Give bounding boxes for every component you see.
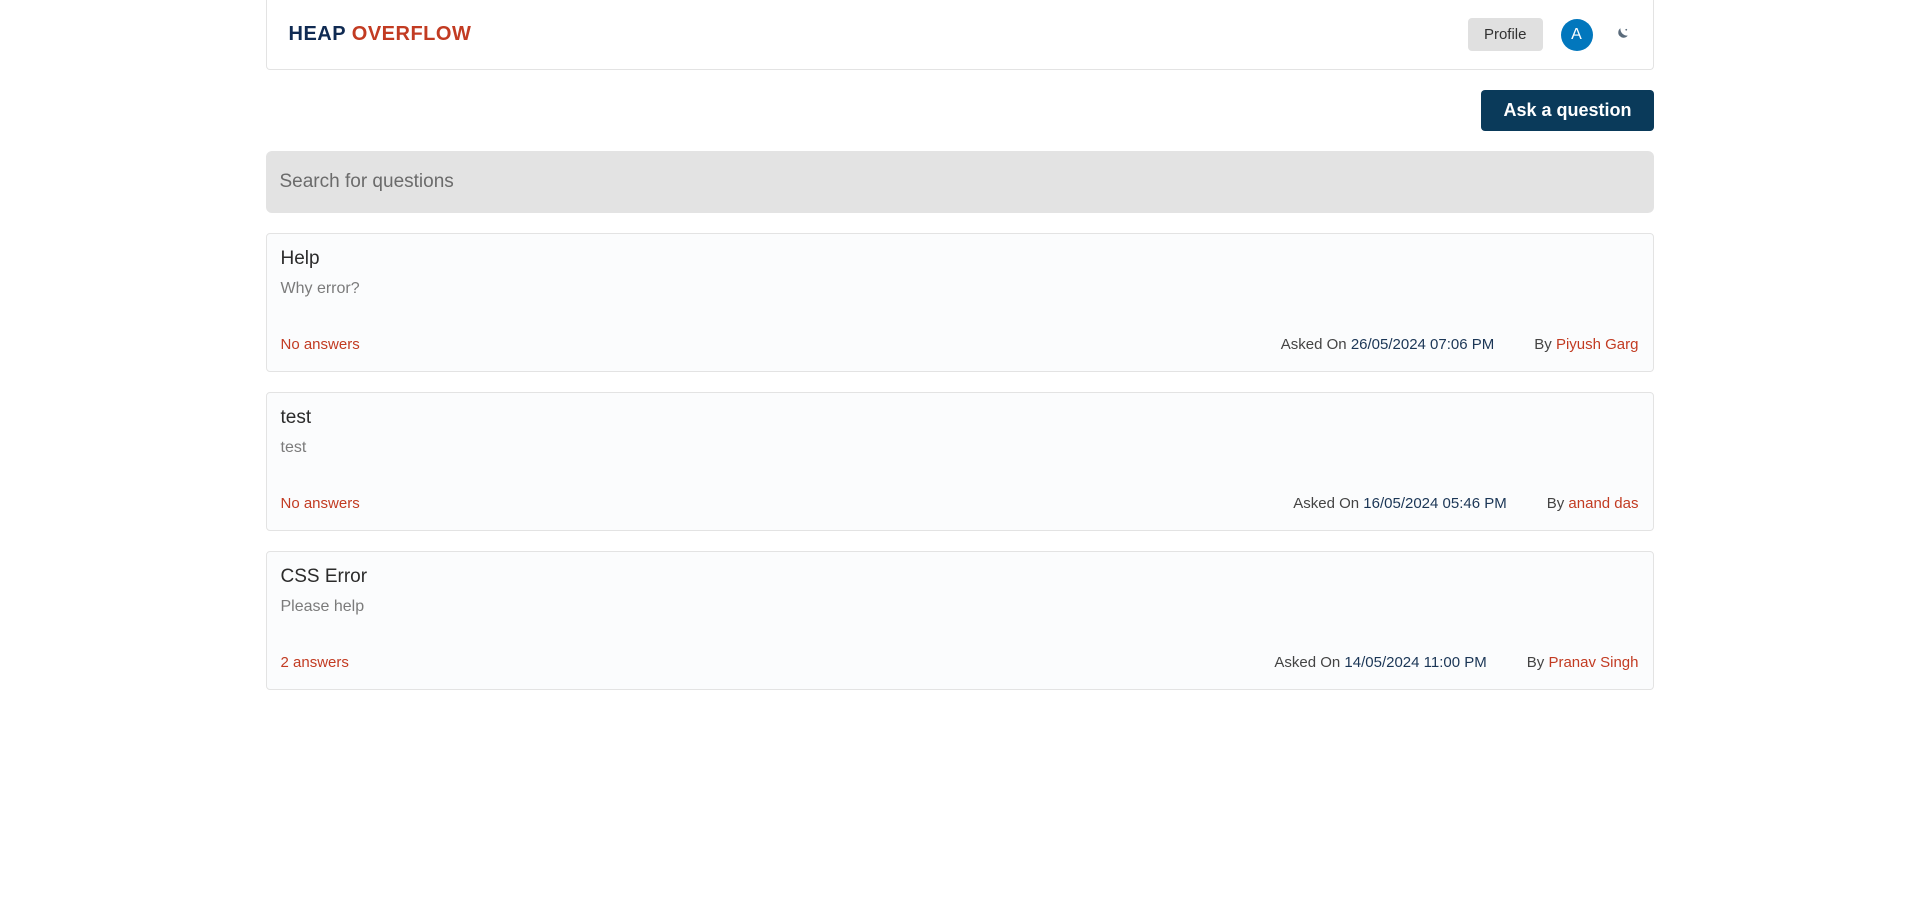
by-label: By xyxy=(1547,495,1565,512)
asked-on-label: Asked On xyxy=(1281,336,1347,353)
profile-button[interactable]: Profile xyxy=(1468,18,1543,51)
asked-on-date: 26/05/2024 07:06 PM xyxy=(1351,336,1494,353)
question-footer: No answers Asked On 16/05/2024 05:46 PM By… xyxy=(281,495,1639,512)
answers-count: 2 answers xyxy=(281,654,349,671)
user-avatar[interactable]: A xyxy=(1561,19,1593,51)
theme-toggle-button[interactable] xyxy=(1611,25,1631,45)
question-meta: Asked On 14/05/2024 11:00 PM By Pranav Si… xyxy=(1274,654,1638,671)
asked-on: Asked On 26/05/2024 07:06 PM xyxy=(1281,336,1495,353)
asked-on-label: Asked On xyxy=(1274,654,1340,671)
answers-count: No answers xyxy=(281,495,360,512)
author-name[interactable]: Piyush Garg xyxy=(1556,336,1639,353)
question-title: test xyxy=(281,407,1639,429)
avatar-initial: A xyxy=(1571,26,1582,44)
author: By anand das xyxy=(1547,495,1639,512)
logo-heap: HEAP xyxy=(289,23,346,45)
moon-icon xyxy=(1612,26,1630,44)
asked-on-date: 16/05/2024 05:46 PM xyxy=(1363,495,1506,512)
question-meta: Asked On 16/05/2024 05:46 PM By anand das xyxy=(1293,495,1638,512)
question-body: Why error? xyxy=(281,280,1639,298)
question-card[interactable]: test test No answers Asked On 16/05/2024 05… xyxy=(266,392,1654,531)
logo-overflow: OVERFLOW xyxy=(352,23,472,45)
author-name[interactable]: Pranav Singh xyxy=(1548,654,1638,671)
question-title: CSS Error xyxy=(281,566,1639,588)
question-body: Please help xyxy=(281,598,1639,616)
author: By Pranav Singh xyxy=(1527,654,1639,671)
question-footer: 2 answers Asked On 14/05/2024 11:00 PM By … xyxy=(281,654,1639,671)
question-footer: No answers Asked On 26/05/2024 07:06 PM By… xyxy=(281,336,1639,353)
question-meta: Asked On 26/05/2024 07:06 PM By Piyush Ga… xyxy=(1281,336,1639,353)
search-input[interactable] xyxy=(266,151,1654,213)
ask-question-button[interactable]: Ask a question xyxy=(1481,90,1653,131)
question-card[interactable]: Help Why error? No answers Asked On 26/05/2… xyxy=(266,233,1654,372)
by-label: By xyxy=(1527,654,1545,671)
by-label: By xyxy=(1534,336,1552,353)
asked-on: Asked On 16/05/2024 05:46 PM xyxy=(1293,495,1507,512)
asked-on-date: 14/05/2024 11:00 PM xyxy=(1344,654,1486,671)
questions-list: Help Why error? No answers Asked On 26/05/2… xyxy=(266,233,1654,690)
ask-row: Ask a question xyxy=(266,90,1654,131)
site-logo[interactable]: HEAP OVERFLOW xyxy=(289,23,472,46)
asked-on-label: Asked On xyxy=(1293,495,1359,512)
header-right: Profile A xyxy=(1468,18,1631,51)
answers-count: No answers xyxy=(281,336,360,353)
author-name[interactable]: anand das xyxy=(1568,495,1638,512)
question-body: test xyxy=(281,439,1639,457)
question-card[interactable]: CSS Error Please help 2 answers Asked On 14… xyxy=(266,551,1654,690)
asked-on: Asked On 14/05/2024 11:00 PM xyxy=(1274,654,1486,671)
author: By Piyush Garg xyxy=(1534,336,1638,353)
app-header: HEAP OVERFLOW Profile A xyxy=(266,0,1654,70)
question-title: Help xyxy=(281,248,1639,270)
